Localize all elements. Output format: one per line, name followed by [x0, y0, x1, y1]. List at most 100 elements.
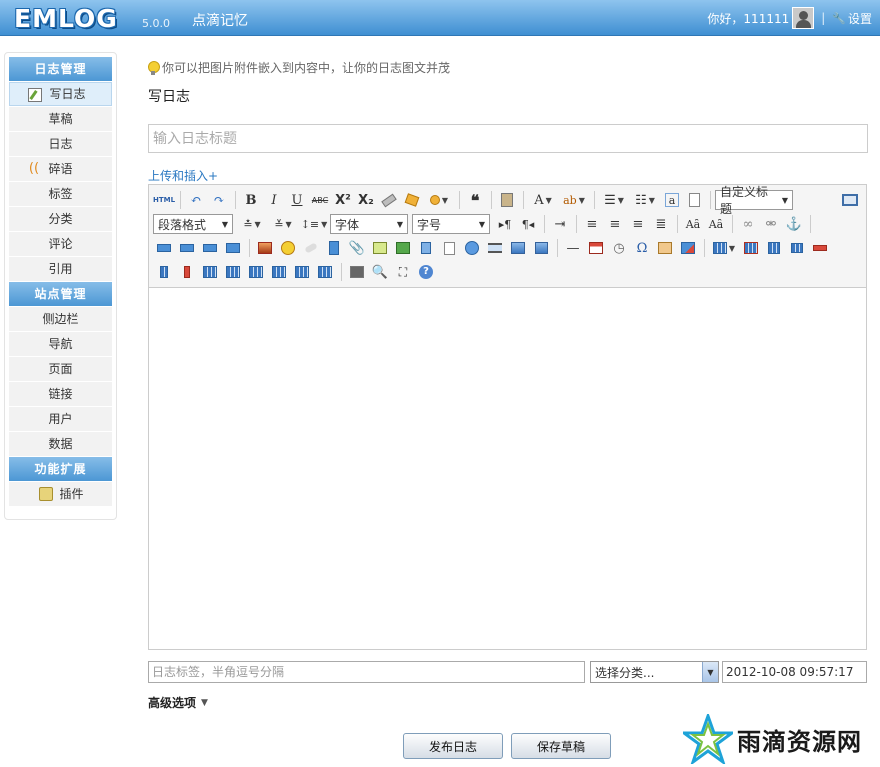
underline-button[interactable]: U — [286, 190, 308, 210]
video-icon[interactable] — [323, 238, 345, 258]
post-title-input[interactable] — [148, 124, 868, 153]
sidebar-item-plugins[interactable]: 插件 — [9, 482, 112, 506]
anchor-text-button[interactable]: a — [665, 193, 679, 207]
highlight-button[interactable]: ab ▼ — [559, 190, 589, 210]
ordered-list-icon[interactable]: ☰ ▼ — [599, 190, 629, 210]
uppercase-icon[interactable]: Aȃ — [682, 214, 704, 234]
anchor-icon[interactable]: ⚓ — [783, 214, 805, 234]
blockquote-icon[interactable]: ❝ — [464, 190, 486, 210]
category-select[interactable]: 选择分类... ▼ — [590, 661, 719, 683]
align-right-icon[interactable]: ≡ — [627, 214, 649, 234]
split-rows-icon[interactable] — [291, 262, 313, 282]
page-break-insert-icon[interactable] — [484, 238, 506, 258]
insert-col-icon[interactable] — [153, 262, 175, 282]
unordered-list-icon[interactable]: ☷ ▼ — [630, 190, 660, 210]
sidebar-item-drafts[interactable]: 草稿 — [9, 107, 112, 131]
sidebar-item-posts[interactable]: 日志 — [9, 132, 112, 156]
settings-link[interactable]: 设置 — [848, 10, 872, 27]
avatar[interactable] — [792, 7, 815, 29]
ltr-icon[interactable]: ▸¶ — [494, 214, 516, 234]
snap-screen-icon[interactable] — [654, 238, 676, 258]
delete-table-icon[interactable] — [740, 238, 762, 258]
post-date-input[interactable] — [722, 661, 867, 683]
web-app-icon[interactable] — [461, 238, 483, 258]
preview-icon[interactable]: 🔍 — [369, 262, 391, 282]
paragraph-spacing-top-icon[interactable]: ≛ ▼ — [237, 214, 267, 234]
attachment-icon[interactable]: 📎 — [346, 238, 368, 258]
lowercase-icon[interactable]: Aȃ — [705, 214, 727, 234]
map-icon[interactable] — [392, 238, 414, 258]
merge-right-icon[interactable] — [222, 262, 244, 282]
sidebar-item-widgets[interactable]: 侧边栏 — [9, 307, 112, 331]
tags-input[interactable] — [148, 661, 585, 683]
font-size-select[interactable]: 字号 ▼ — [412, 214, 490, 234]
site-name-link[interactable]: 点滴记忆 — [192, 10, 248, 30]
custom-heading-select[interactable]: 自定义标题 ▼ — [715, 185, 793, 216]
page-break-icon[interactable] — [683, 190, 705, 210]
insert-frame-icon[interactable] — [438, 238, 460, 258]
print-icon[interactable] — [346, 262, 368, 282]
sidebar-item-navigation[interactable]: 导航 — [9, 332, 112, 356]
upload-insert-link[interactable]: 上传和插入+ — [148, 167, 218, 184]
insert-image-icon[interactable] — [254, 238, 276, 258]
chevron-down-icon[interactable]: ▼ — [702, 662, 718, 682]
rtl-icon[interactable]: ¶◂ — [517, 214, 539, 234]
horizontal-rule-icon[interactable]: — — [562, 238, 584, 258]
merge-down-icon[interactable] — [245, 262, 267, 282]
save-draft-button[interactable]: 保存草稿 — [511, 733, 611, 759]
search-replace-icon[interactable]: ⛶ — [392, 262, 414, 282]
insert-table-icon[interactable]: ▼ — [709, 238, 739, 258]
insert-row-icon[interactable] — [786, 238, 808, 258]
help-icon[interactable]: ? — [415, 262, 437, 282]
paragraph-spacing-bottom-icon[interactable]: ≚ ▼ — [268, 214, 298, 234]
font-color-button[interactable]: A ▼ — [528, 190, 558, 210]
publish-button[interactable]: 发布日志 — [403, 733, 503, 759]
split-cells-icon[interactable] — [268, 262, 290, 282]
template-icon[interactable] — [530, 238, 552, 258]
delete-row-icon[interactable] — [809, 238, 831, 258]
italic-button[interactable]: I — [263, 190, 285, 210]
sidebar-item-trackbacks[interactable]: 引用 — [9, 257, 112, 281]
align-left-icon[interactable]: ≡ — [581, 214, 603, 234]
html-source-button[interactable]: HTML — [153, 190, 175, 210]
background-icon[interactable] — [507, 238, 529, 258]
image-gallery-icon[interactable] — [369, 238, 391, 258]
line-height-icon[interactable]: ↕≡ ▼ — [299, 214, 329, 234]
image-center-icon[interactable] — [222, 238, 244, 258]
advanced-options-toggle[interactable]: 高级选项 ▼ — [148, 694, 208, 711]
sidebar-item-twitter[interactable]: (( 碎语 — [9, 157, 112, 181]
redo-icon[interactable]: ↷ — [208, 190, 230, 210]
editor-content-area[interactable] — [149, 288, 866, 648]
bold-button[interactable]: B — [240, 190, 262, 210]
eraser-icon[interactable] — [378, 190, 400, 210]
image-right-icon[interactable] — [199, 238, 221, 258]
link-icon[interactable]: ∞ — [737, 214, 759, 234]
google-map-icon[interactable] — [415, 238, 437, 258]
merge-cells-icon[interactable] — [199, 262, 221, 282]
align-justify-icon[interactable]: ≣ — [650, 214, 672, 234]
align-center-icon[interactable]: ≡ — [604, 214, 626, 234]
auto-layout-icon[interactable]: ▼ — [424, 190, 454, 210]
indent-icon[interactable]: ⇥ — [549, 214, 571, 234]
sidebar-item-comments[interactable]: 评论 — [9, 232, 112, 256]
emlog-logo[interactable]: EMLOG — [14, 3, 118, 33]
subscript-button[interactable]: X₂ — [355, 190, 377, 210]
sidebar-item-write[interactable]: 写日志 — [9, 82, 112, 106]
format-brush-icon[interactable] — [401, 190, 423, 210]
insert-paragraph-before-table-icon[interactable] — [763, 238, 785, 258]
undo-icon[interactable]: ↶ — [185, 190, 207, 210]
paste-plain-icon[interactable] — [496, 190, 518, 210]
special-char-icon[interactable]: Ω — [631, 238, 653, 258]
time-icon[interactable]: ◷ — [608, 238, 630, 258]
emotion-icon[interactable] — [277, 238, 299, 258]
fullscreen-icon[interactable] — [839, 190, 861, 210]
image-none-icon[interactable] — [153, 238, 175, 258]
sidebar-item-users[interactable]: 用户 — [9, 407, 112, 431]
split-cols-icon[interactable] — [314, 262, 336, 282]
sidebar-item-pages[interactable]: 页面 — [9, 357, 112, 381]
paragraph-format-select[interactable]: 段落格式 ▼ — [153, 214, 233, 234]
font-family-select[interactable]: 字体 ▼ — [330, 214, 408, 234]
sidebar-item-categories[interactable]: 分类 — [9, 207, 112, 231]
sidebar-item-tags[interactable]: 标签 — [9, 182, 112, 206]
sidebar-item-links[interactable]: 链接 — [9, 382, 112, 406]
